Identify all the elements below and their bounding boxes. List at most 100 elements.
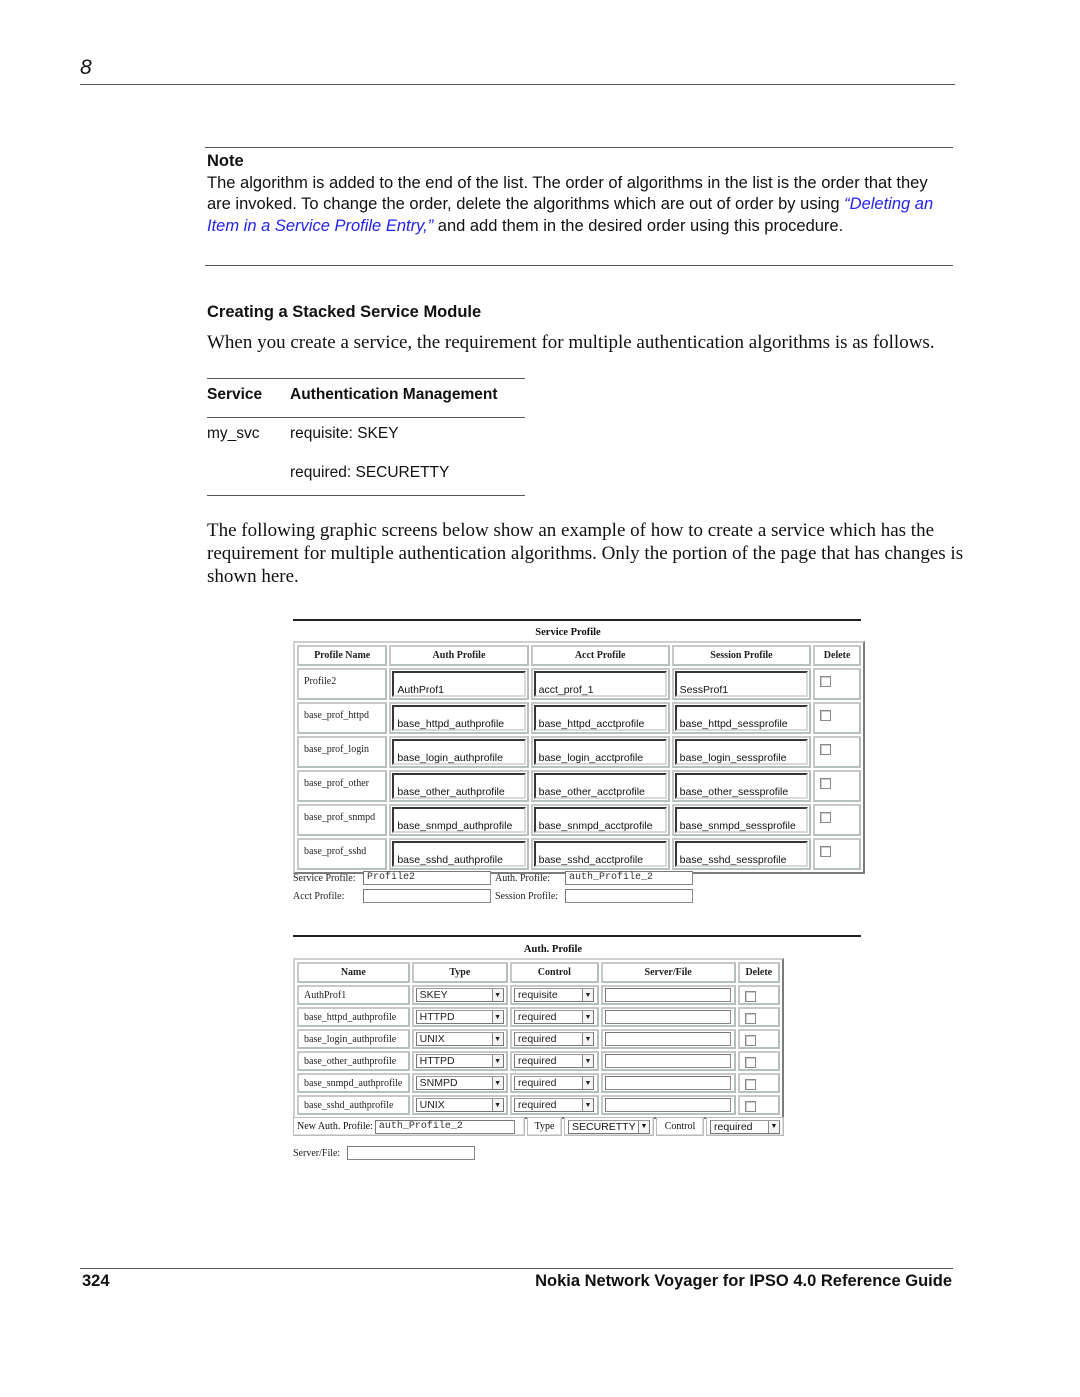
delete-checkbox[interactable] xyxy=(820,846,832,857)
server-file-cell xyxy=(600,1073,736,1093)
auth-profile-row: base_login_authprofile UNIX ▼ required ▼ xyxy=(297,1029,780,1049)
service-name-cell: my_svc xyxy=(207,425,260,442)
control-select[interactable]: required ▼ xyxy=(514,1032,594,1046)
chevron-down-icon: ▼ xyxy=(582,1099,593,1111)
auth-profile-cell: base_other_authprofile xyxy=(389,770,529,802)
session-profile-label: Session Profile: xyxy=(495,891,559,902)
auth-management-cell: required: SECURETTY xyxy=(290,464,450,481)
auth-profile-field[interactable]: base_sshd_authprofile xyxy=(392,841,526,867)
delete-checkbox[interactable] xyxy=(820,744,832,755)
auth-management-cell: requisite: SKEY xyxy=(290,425,399,442)
type-select[interactable]: UNIX ▼ xyxy=(415,1032,504,1046)
session-profile-field[interactable]: base_httpd_sessprofile xyxy=(674,705,809,731)
profile-name-cell: base_prof_other xyxy=(297,770,388,802)
service-profile-top-rule xyxy=(293,619,861,621)
auth-profile-field[interactable]: base_login_authprofile xyxy=(392,739,526,765)
control-select[interactable]: required ▼ xyxy=(710,1119,780,1134)
control-select[interactable]: required ▼ xyxy=(514,1076,594,1090)
session-profile-field[interactable]: SessProf1 xyxy=(674,671,809,697)
delete-cell xyxy=(737,1051,780,1071)
server-file-input[interactable] xyxy=(347,1146,475,1160)
type-select-value: HTTPD xyxy=(419,1011,455,1023)
acct-profile-input[interactable] xyxy=(363,889,491,903)
session-profile-field[interactable]: base_snmpd_sessprofile xyxy=(674,807,809,833)
server-file-field[interactable] xyxy=(604,1076,731,1090)
control-select-value: required xyxy=(518,1033,557,1045)
page-number: 324 xyxy=(82,1272,110,1290)
server-file-field[interactable] xyxy=(604,1098,731,1112)
control-select[interactable]: required ▼ xyxy=(514,1054,594,1068)
server-file-field[interactable] xyxy=(604,1054,731,1068)
server-file-field[interactable] xyxy=(604,1032,731,1046)
type-select[interactable]: SKEY ▼ xyxy=(415,988,504,1002)
chevron-down-icon: ▼ xyxy=(491,1099,503,1111)
profile-name-cell: base_prof_sshd xyxy=(297,838,388,870)
delete-checkbox[interactable] xyxy=(820,778,832,789)
service-profile-input[interactable]: Profile2 xyxy=(363,871,491,885)
control-cell: required ▼ xyxy=(510,1051,599,1071)
session-profile-field[interactable]: base_login_sessprofile xyxy=(674,739,809,765)
type-select[interactable]: HTTPD ▼ xyxy=(415,1054,504,1068)
auth-profile-cell: AuthProf1 xyxy=(389,668,529,700)
delete-checkbox[interactable] xyxy=(820,710,832,721)
delete-checkbox[interactable] xyxy=(820,676,832,687)
delete-checkbox[interactable] xyxy=(744,1056,756,1068)
type-select-value: SKEY xyxy=(419,989,448,1001)
type-cell: HTTPD ▼ xyxy=(411,1007,508,1027)
control-select[interactable]: required ▼ xyxy=(514,1010,594,1024)
new-auth-profile-input[interactable]: auth_Profile_2 xyxy=(374,1119,515,1134)
control-select[interactable]: required ▼ xyxy=(514,1098,594,1112)
control-select-cell: required ▼ xyxy=(706,1117,784,1136)
delete-checkbox[interactable] xyxy=(820,812,832,823)
acct-profile-cell: base_other_acctprofile xyxy=(530,770,670,802)
session-profile-field[interactable]: base_other_sessprofile xyxy=(674,773,809,799)
acct-profile-field[interactable]: acct_prof_1 xyxy=(533,671,667,697)
chevron-down-icon: ▼ xyxy=(582,1033,593,1045)
chevron-down-icon: ▼ xyxy=(582,1077,593,1089)
control-select-value: required xyxy=(518,1099,557,1111)
column-header-auth-management: Authentication Management xyxy=(290,386,498,403)
acct-profile-field[interactable]: base_sshd_acctprofile xyxy=(533,841,667,867)
type-select[interactable]: SNMPD ▼ xyxy=(415,1076,504,1090)
control-select[interactable]: requisite ▼ xyxy=(514,988,594,1002)
acct-profile-field[interactable]: base_other_acctprofile xyxy=(533,773,667,799)
auth-profile-field[interactable]: AuthProf1 xyxy=(392,671,526,697)
acct-profile-field[interactable]: base_httpd_acctprofile xyxy=(533,705,667,731)
acct-profile-field[interactable]: base_login_acctprofile xyxy=(533,739,667,765)
delete-checkbox[interactable] xyxy=(744,990,756,1002)
auth-profile-input[interactable]: auth_Profile_2 xyxy=(565,871,693,885)
type-cell: SKEY ▼ xyxy=(411,985,508,1005)
note-text-after: and add them in the desired order using … xyxy=(433,216,844,235)
acct-profile-field[interactable]: base_snmpd_acctprofile xyxy=(533,807,667,833)
auth-profile-field[interactable]: base_snmpd_authprofile xyxy=(392,807,526,833)
service-profile-row: base_prof_login base_login_authprofile bas… xyxy=(297,736,861,768)
delete-checkbox[interactable] xyxy=(744,1078,756,1090)
server-file-field[interactable] xyxy=(604,1010,731,1024)
acct-profile-label: Acct Profile: xyxy=(293,891,345,902)
auth-profile-field[interactable]: base_httpd_authprofile xyxy=(392,705,526,731)
auth-profile-field[interactable]: base_other_authprofile xyxy=(392,773,526,799)
auth-profile-title: Auth. Profile xyxy=(523,944,583,955)
control-cell: required ▼ xyxy=(510,1007,599,1027)
type-select[interactable]: UNIX ▼ xyxy=(415,1098,504,1112)
type-select-value: UNIX xyxy=(419,1099,445,1111)
session-profile-cell: base_snmpd_sessprofile xyxy=(671,804,812,836)
server-file-field[interactable] xyxy=(604,988,731,1002)
type-select[interactable]: SECURETTY ▼ xyxy=(568,1119,650,1134)
session-profile-input[interactable] xyxy=(565,889,693,903)
acct-profile-cell: acct_prof_1 xyxy=(530,668,670,700)
column-header-service: Service xyxy=(207,386,263,403)
type-select[interactable]: HTTPD ▼ xyxy=(415,1010,504,1024)
chevron-down-icon: ▼ xyxy=(582,1055,593,1067)
control-select-value: required xyxy=(518,1077,557,1089)
session-profile-field[interactable]: base_sshd_sessprofile xyxy=(674,841,809,867)
note-text-before: The algorithm is added to the end of the… xyxy=(207,173,928,214)
column-header: Acct Profile xyxy=(530,645,670,666)
session-profile-cell: base_httpd_sessprofile xyxy=(671,702,812,734)
chevron-down-icon: ▼ xyxy=(638,1120,649,1133)
new-auth-profile-cell: New Auth. Profile: auth_Profile_2 xyxy=(293,1117,525,1136)
delete-checkbox[interactable] xyxy=(744,1034,756,1046)
delete-checkbox[interactable] xyxy=(744,1012,756,1024)
control-cell: required ▼ xyxy=(510,1029,599,1049)
delete-checkbox[interactable] xyxy=(744,1100,756,1112)
